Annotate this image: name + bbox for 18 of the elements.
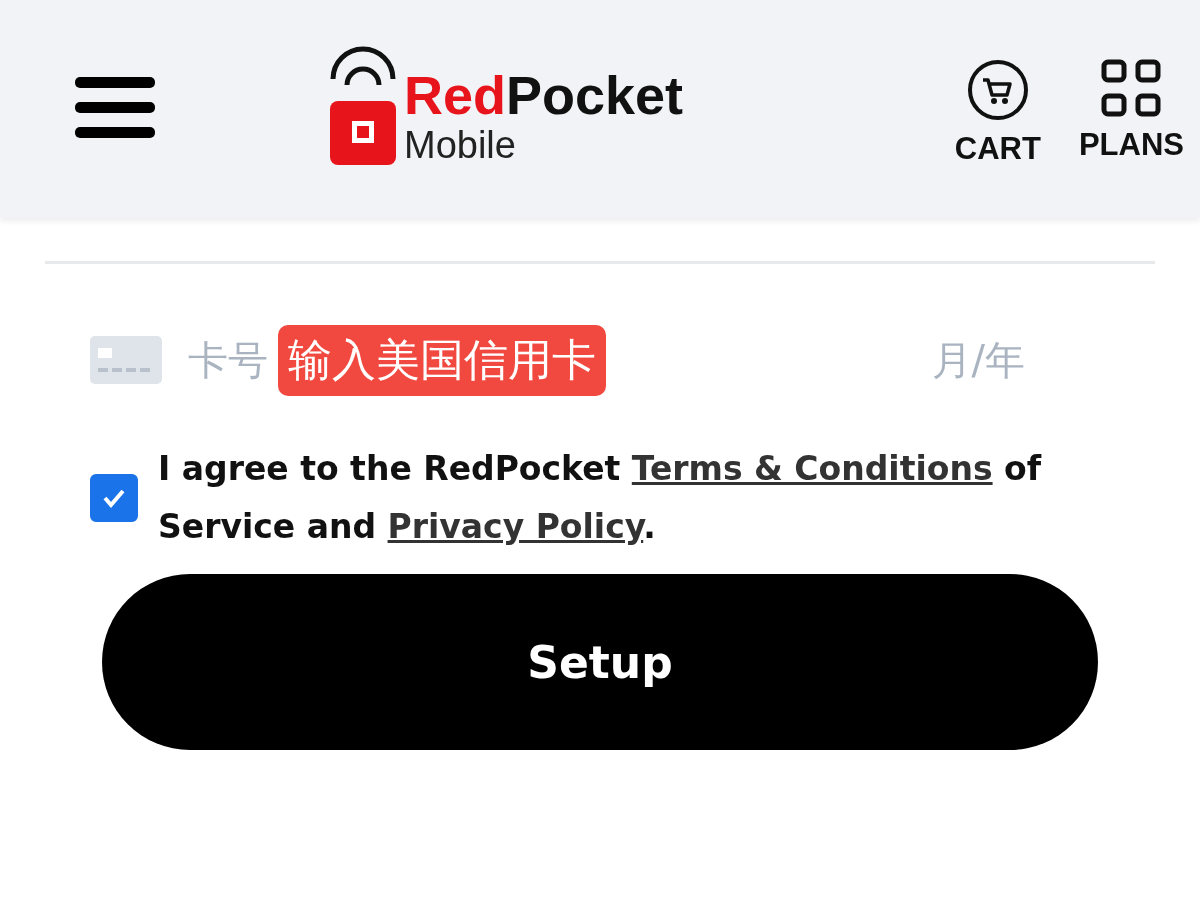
expiry-placeholder: 月/年 xyxy=(931,335,1025,385)
credit-card-icon xyxy=(90,336,162,384)
annotation-label: 输入美国信用卡 xyxy=(278,324,606,396)
logo-tagline: Mobile xyxy=(404,123,517,167)
cart-button[interactable]: CART xyxy=(954,59,1041,167)
policy-link[interactable]: Privacy Policy xyxy=(387,507,644,546)
padlock-icon xyxy=(330,45,396,167)
menu-icon[interactable] xyxy=(75,77,155,139)
card-number-placeholder: 卡号 xyxy=(188,335,268,385)
card-field[interactable]: 卡号 输入美国信用卡 月/年 xyxy=(90,320,1155,400)
cart-icon xyxy=(966,59,1029,121)
grid-icon xyxy=(1101,59,1162,117)
plans-button[interactable]: PLANS xyxy=(1078,59,1184,167)
setup-button[interactable]: Setup xyxy=(102,574,1098,750)
agreement-text: I agree to the RedPocket Terms & Conditions of Service and Privacy Policy. xyxy=(158,448,1043,548)
logo-wordmark: RedPocket xyxy=(404,67,684,123)
policy-link[interactable]: Terms & Conditions xyxy=(631,449,993,488)
agree-checkbox[interactable] xyxy=(90,474,138,522)
